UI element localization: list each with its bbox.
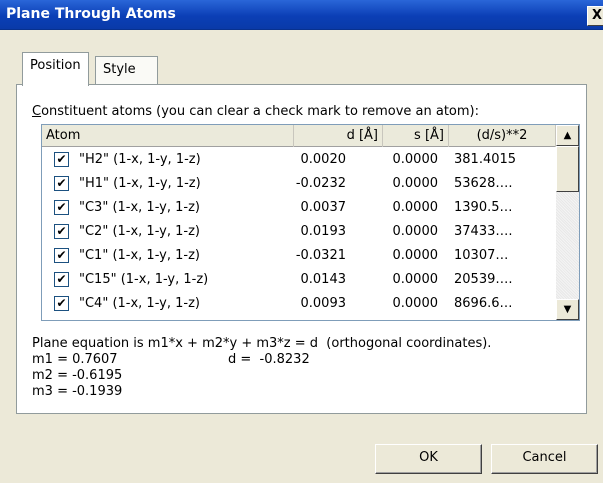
column-header-ratio[interactable]: (d/s)**2 — [449, 125, 556, 147]
up-arrow-icon: ▲ — [563, 130, 572, 141]
check-icon[interactable]: ✔ — [54, 272, 69, 287]
check-icon[interactable]: ✔ — [54, 176, 69, 191]
vertical-scrollbar[interactable]: ▲ ▼ — [556, 125, 579, 320]
window-title: Plane Through Atoms — [6, 6, 176, 22]
table-row[interactable]: ✔ "C2" (1-x, 1-y, 1-z) 0.0193 0.0000 374… — [42, 221, 555, 245]
table-row[interactable]: ✔ "H1" (1-x, 1-y, 1-z) -0.0232 0.0000 53… — [42, 173, 555, 197]
table-row[interactable]: ✔ "H2" (1-x, 1-y, 1-z) 0.0020 0.0000 381… — [42, 149, 555, 173]
scrollbar-thumb[interactable] — [556, 146, 579, 192]
check-icon[interactable]: ✔ — [54, 152, 69, 167]
table-row[interactable]: ✔ "C15" (1-x, 1-y, 1-z) 0.0143 0.0000 20… — [42, 269, 555, 293]
tab-style[interactable]: Style — [95, 56, 158, 84]
table-row[interactable]: ✔ "C3" (1-x, 1-y, 1-z) 0.0037 0.0000 139… — [42, 197, 555, 221]
m1-value: m1 = 0.7607 — [32, 352, 118, 367]
check-icon[interactable]: ✔ — [54, 224, 69, 239]
title-bar: Plane Through Atoms X — [0, 0, 603, 30]
column-header-atom[interactable]: Atom — [42, 125, 294, 147]
d-value: d = -0.8232 — [228, 352, 310, 367]
close-button[interactable]: X — [587, 6, 603, 26]
plane-equation-text: Plane equation is m1*x + m2*y + m3*z = d… — [32, 336, 492, 351]
scroll-up-button[interactable]: ▲ — [556, 125, 579, 146]
table-row[interactable]: ✔ "C4" (1-x, 1-y, 1-z) 0.0093 0.0000 869… — [42, 293, 555, 317]
check-icon[interactable]: ✔ — [54, 296, 69, 311]
tab-position[interactable]: Position — [22, 52, 89, 86]
ok-button[interactable]: OK — [375, 444, 482, 474]
atom-list-caption: Constituent atoms (you can clear a check… — [32, 104, 479, 119]
cancel-button[interactable]: Cancel — [491, 444, 598, 474]
atom-list-header: Atom d [Å] s [Å] (d/s)**2 — [42, 125, 556, 147]
check-icon[interactable]: ✔ — [54, 248, 69, 263]
scroll-down-button[interactable]: ▼ — [556, 299, 579, 320]
m2-value: m2 = -0.6195 — [32, 368, 123, 383]
m3-value: m3 = -0.1939 — [32, 384, 123, 399]
column-header-d[interactable]: d [Å] — [294, 125, 383, 147]
check-icon[interactable]: ✔ — [54, 200, 69, 215]
down-arrow-icon: ▼ — [563, 304, 572, 315]
column-header-s[interactable]: s [Å] — [383, 125, 449, 147]
table-row[interactable]: ✔ "C1" (1-x, 1-y, 1-z) -0.0321 0.0000 10… — [42, 245, 555, 269]
atom-list[interactable]: Atom d [Å] s [Å] (d/s)**2 ✔ "H2" (1-x, 1… — [41, 124, 580, 321]
